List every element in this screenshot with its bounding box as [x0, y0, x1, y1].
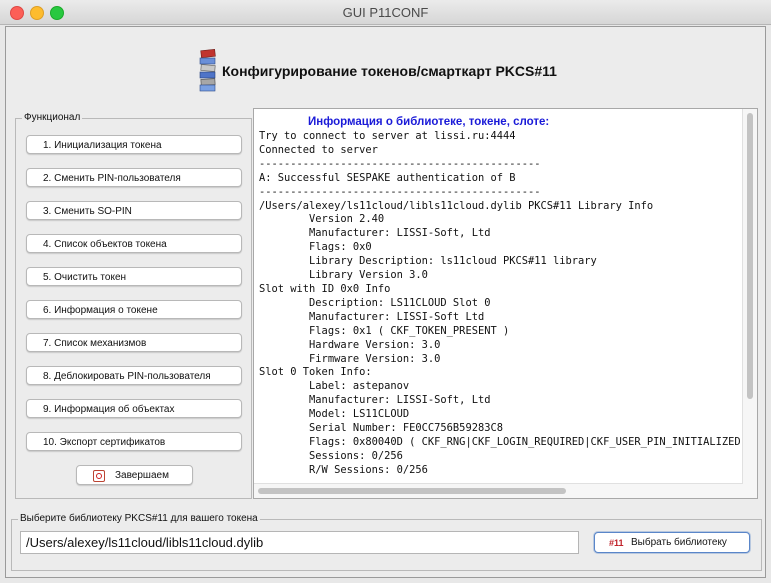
init-token-button[interactable]: 1. Инициализация токена	[26, 135, 242, 154]
output-line: Firmware Version: 3.0	[309, 352, 441, 365]
vertical-scrollbar[interactable]	[742, 109, 757, 498]
stacked-books-icon	[199, 48, 216, 92]
output-line: Manufacturer: LISSI-Soft Ltd	[309, 310, 485, 323]
output-line: Flags: 0x0	[309, 241, 372, 254]
exit-button-label: Завершаем	[115, 470, 169, 481]
power-icon	[93, 470, 105, 482]
horizontal-scroll-thumb[interactable]	[258, 488, 566, 494]
output-line: Label: astepanov	[309, 380, 410, 393]
horizontal-scrollbar[interactable]	[254, 483, 743, 498]
output-line: Description: LS11CLOUD Slot 0	[309, 296, 491, 309]
output-line: Library Version 3.0	[309, 269, 428, 282]
output-line: Version 2.40	[309, 213, 385, 226]
output-heading: Информация о библиотеке, токене, слоте:	[308, 116, 550, 128]
output-line: Slot 0 Token Info:	[259, 366, 372, 379]
output-line: Manufacturer: LISSI-Soft, Ltd	[309, 227, 491, 240]
mechanisms-list-button[interactable]: 7. Список механизмов	[26, 333, 242, 352]
output-panel[interactable]: Информация о библиотеке, токене, слоте: …	[253, 108, 758, 499]
output-line: ----------------------------------------…	[259, 157, 541, 170]
title-bar: GUI P11CONF	[0, 0, 771, 25]
token-info-button[interactable]: 6. Информация о токене	[26, 300, 242, 319]
output-line: Hardware Version: 3.0	[309, 338, 441, 351]
output-line: Model: LS11CLOUD	[309, 408, 410, 421]
output-line: Library Description: ls11cloud PKCS#11 l…	[309, 255, 597, 268]
library-path-field[interactable]: /Users/alexey/ls11cloud/libls11cloud.dyl…	[20, 531, 579, 554]
exit-button[interactable]: Завершаем	[76, 465, 193, 485]
output-line: Serial Number: FE0CC756B59283C8	[309, 422, 503, 435]
change-user-pin-button[interactable]: 2. Сменить PIN-пользователя	[26, 168, 242, 187]
clear-token-button[interactable]: 5. Очистить токен	[26, 267, 242, 286]
output-line: A: Successful SESPAKE authentication of …	[259, 171, 516, 184]
list-token-objects-button[interactable]: 4. Список объектов токена	[26, 234, 242, 253]
output-line: R/W Sessions: 0/256	[309, 463, 428, 476]
window-title: GUI P11CONF	[342, 5, 429, 20]
output-line: Try to connect to server at lissi.ru:444…	[259, 130, 516, 142]
change-so-pin-button[interactable]: 3. Сменить SO-PIN	[26, 201, 242, 220]
objects-info-button[interactable]: 9. Информация об объектах	[26, 399, 242, 418]
functions-group-label: Функционал	[22, 112, 83, 123]
output-line: Flags: 0x1 ( CKF_TOKEN_PRESENT )	[309, 324, 510, 337]
output-line: Slot with ID 0x0 Info	[259, 282, 391, 295]
output-line: /Users/alexey/ls11cloud/libls11cloud.dyl…	[259, 199, 654, 212]
output-line: Manufacturer: LISSI-Soft, Ltd	[309, 394, 491, 407]
output-line: Flags: 0x80040D ( CKF_RNG|CKF_LOGIN_REQU…	[309, 435, 758, 448]
output-log: Try to connect to server at lissi.ru:444…	[259, 130, 758, 478]
output-line: Sessions: 0/256	[309, 449, 403, 462]
choose-library-button[interactable]: #11 Выбрать библиотеку	[594, 532, 750, 553]
pkcs11-icon: #11	[609, 538, 624, 548]
page-title: Конфигурирование токенов/смарткарт PKCS#…	[222, 63, 557, 79]
export-certificates-button[interactable]: 10. Экспорт сертификатов	[26, 432, 242, 451]
output-line: Connected to server	[259, 143, 378, 156]
unblock-user-pin-button[interactable]: 8. Деблокировать PIN-пользователя	[26, 366, 242, 385]
library-group-label: Выберите библиотеку PKCS#11 для вашего т…	[18, 513, 260, 524]
choose-library-label: Выбрать библиотеку	[631, 537, 727, 548]
vertical-scroll-thumb[interactable]	[747, 113, 753, 399]
output-line: ----------------------------------------…	[259, 185, 541, 198]
